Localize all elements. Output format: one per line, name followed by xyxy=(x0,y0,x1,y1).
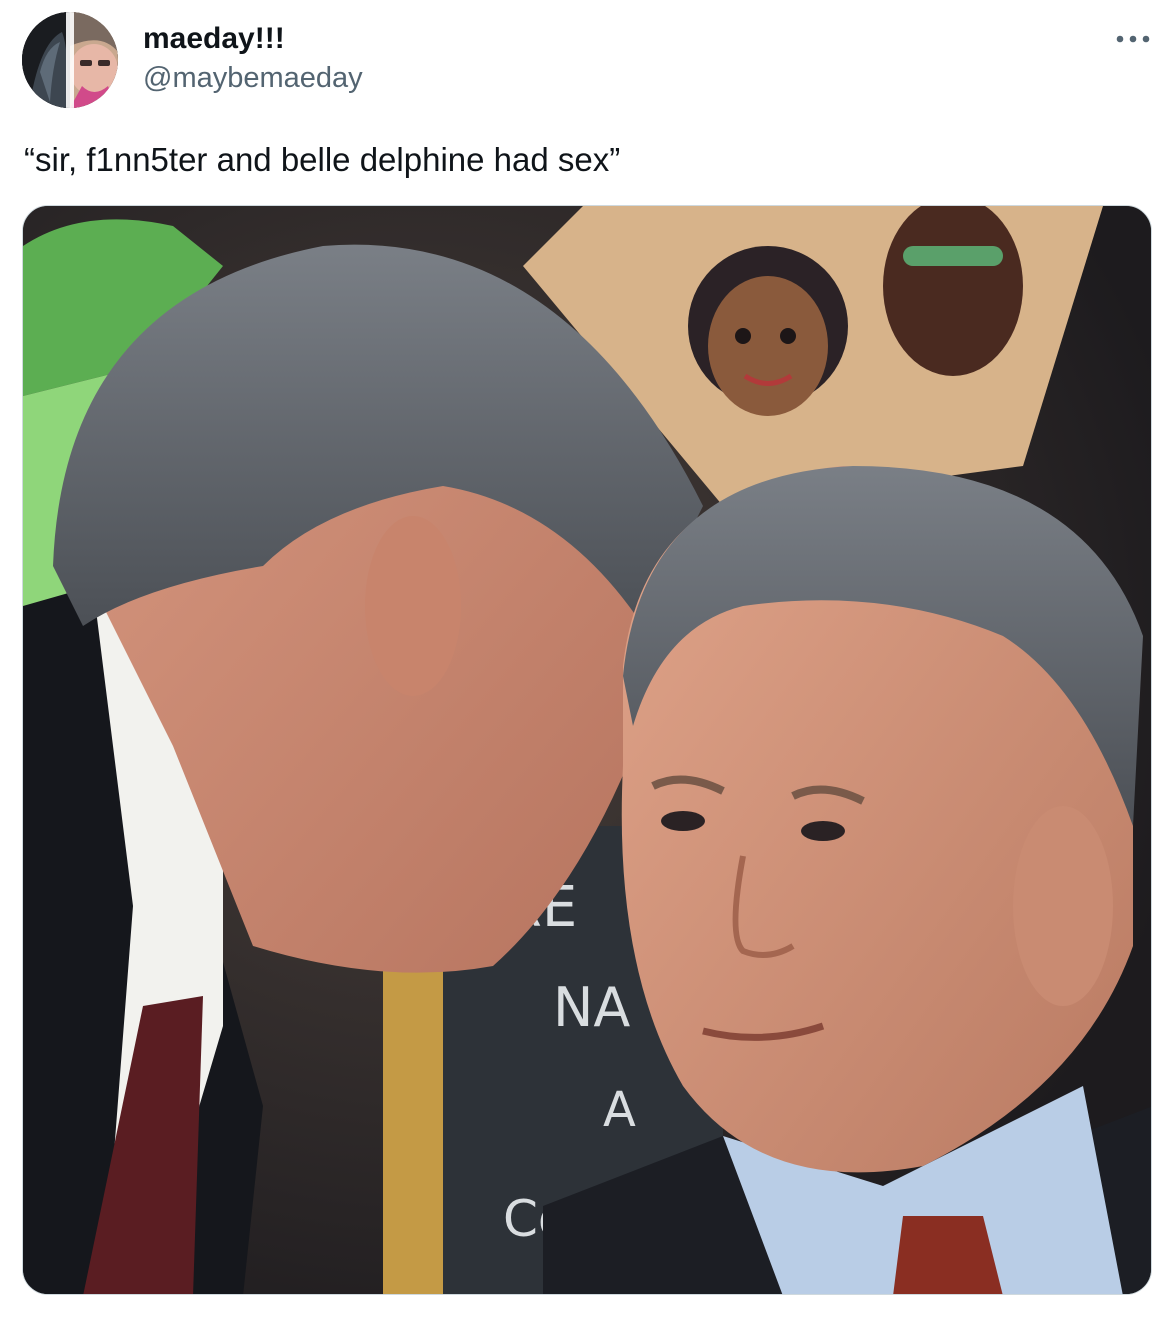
display-name[interactable]: maeday!!! xyxy=(143,20,285,58)
tweet-text: “sir, f1nn5ter and belle delphine had se… xyxy=(24,141,621,178)
more-options-button[interactable] xyxy=(1110,22,1156,56)
profile-avatar[interactable] xyxy=(22,12,118,108)
user-handle[interactable]: @maybemaeday xyxy=(143,59,363,97)
photo-illustration: RE NA A Co xyxy=(23,206,1151,1294)
tweet-media-image[interactable]: RE NA A Co xyxy=(22,205,1152,1295)
more-horizontal-icon xyxy=(1116,35,1150,43)
chalkboard-text-2: NA xyxy=(553,976,630,1039)
avatar-image xyxy=(22,12,118,108)
chalkboard-text-3: A xyxy=(603,1082,636,1138)
